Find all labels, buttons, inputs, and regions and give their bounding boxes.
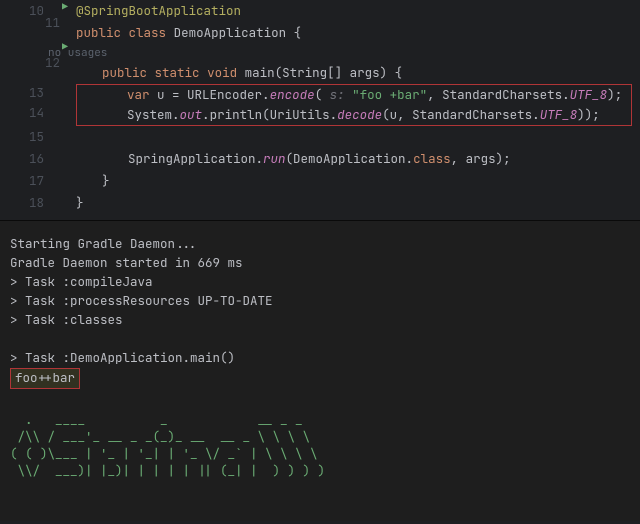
- line-number: 18: [0, 194, 54, 213]
- highlighted-code-block: var u = URLEncoder.encode( s: "foo +bar"…: [76, 84, 632, 126]
- run-gutter-icon[interactable]: ▶: [62, 0, 68, 14]
- code-line-12[interactable]: 12 ▶ public static void main(String[] ar…: [0, 62, 640, 84]
- console-line: > Task :DemoApplication.main(): [10, 349, 630, 368]
- console-output-line: foo++bar: [10, 368, 630, 387]
- line-number: 17: [0, 172, 54, 191]
- console-line: Gradle Daemon started in 669 ms: [10, 254, 630, 273]
- code-text: System.out.println(UriUtils.decode(u, St…: [77, 106, 631, 125]
- code-line-11[interactable]: 11 ▶ public class DemoApplication {: [0, 22, 640, 44]
- code-line-18[interactable]: 18 }: [0, 192, 640, 214]
- code-line-10[interactable]: 10 @SpringBootApplication: [0, 0, 640, 22]
- code-line-15[interactable]: 15: [0, 126, 640, 148]
- run-gutter-icon[interactable]: ▶: [62, 39, 68, 54]
- line-number: 14: [0, 104, 54, 123]
- code-text: SpringApplication.run(DemoApplication.cl…: [106, 150, 640, 169]
- code-text: @SpringBootApplication: [54, 2, 640, 21]
- console-line: > Task :compileJava: [10, 273, 630, 292]
- code-text: public static void main(String[] args) {: [80, 64, 640, 83]
- code-line-13[interactable]: var u = URLEncoder.encode( s: "foo +bar"…: [77, 85, 631, 105]
- inlay-hint-usages: no usages: [26, 44, 640, 62]
- line-number: 15: [0, 128, 54, 147]
- code-editor[interactable]: 10 @SpringBootApplication 11 ▶ public cl…: [0, 0, 640, 221]
- console-line: > Task :processResources UP-TO-DATE: [10, 292, 630, 311]
- line-number: 13: [0, 84, 54, 103]
- code-line-14[interactable]: System.out.println(UriUtils.decode(u, St…: [77, 105, 631, 125]
- console-panel[interactable]: Starting Gradle Daemon... Gradle Daemon …: [0, 221, 640, 521]
- code-text: public class DemoApplication {: [54, 24, 640, 43]
- code-text: var u = URLEncoder.encode( s: "foo +bar"…: [77, 86, 631, 105]
- code-text: }: [80, 172, 640, 191]
- code-line-16[interactable]: 16 SpringApplication.run(DemoApplication…: [0, 148, 640, 170]
- code-line-17[interactable]: 17 }: [0, 170, 640, 192]
- line-number: 16: [0, 150, 54, 169]
- console-line: Starting Gradle Daemon...: [10, 235, 630, 254]
- code-text: }: [54, 194, 640, 213]
- console-line: [10, 387, 630, 406]
- console-line: > Task :classes: [10, 311, 630, 330]
- highlighted-output: foo++bar: [10, 368, 80, 389]
- console-line: [10, 330, 630, 349]
- spring-ascii-art: . ____ _ __ _ _ /\\ / ___'_ __ _ _(_)_ _…: [10, 412, 630, 480]
